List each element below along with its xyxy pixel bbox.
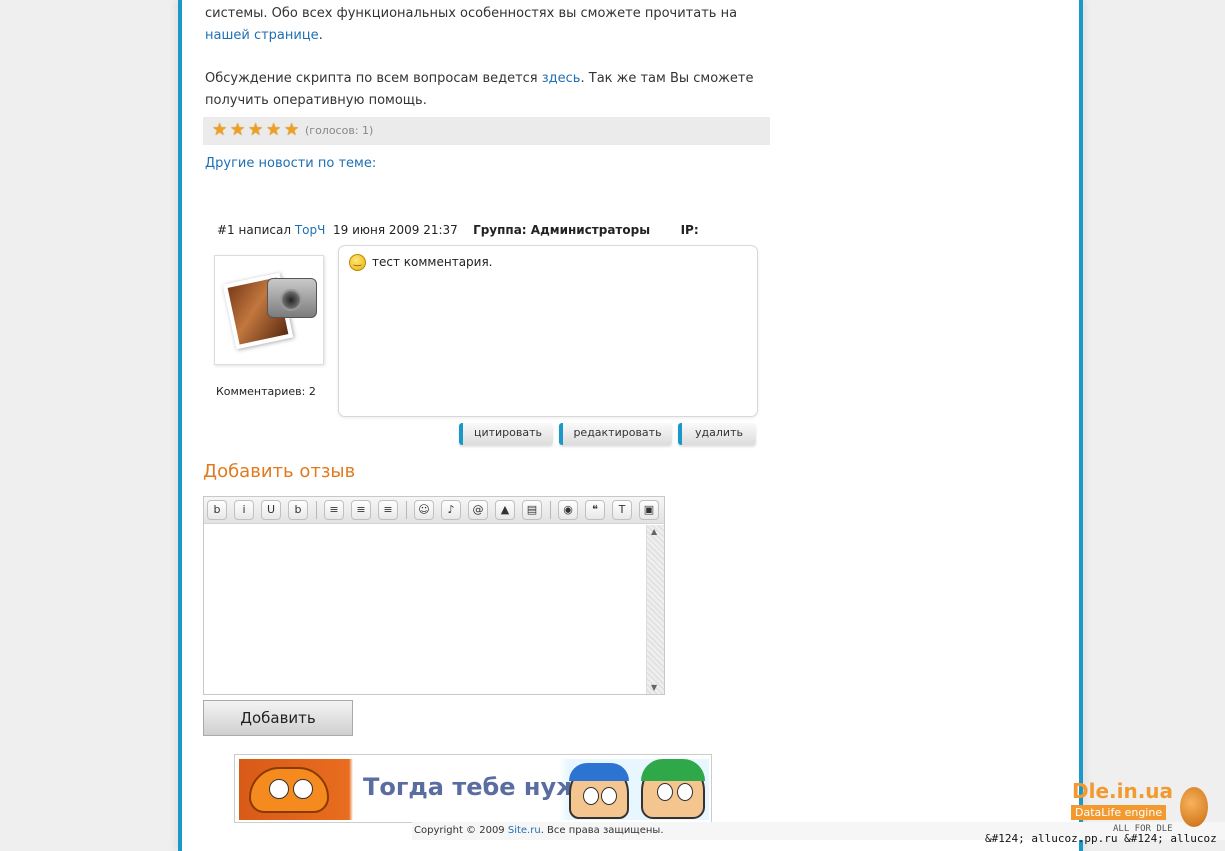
comment-ip-label: IP: xyxy=(680,223,699,237)
comment-number: #1 xyxy=(217,223,235,237)
toolbar-separator xyxy=(550,501,551,519)
copyright-text: Copyright © 2009 xyxy=(414,825,508,836)
article-text-end: . xyxy=(318,28,323,43)
stan-character xyxy=(569,763,629,819)
add-review-title: Добавить отзыв xyxy=(203,461,356,482)
banner-image: Тогда тебе нужен xyxy=(239,759,709,820)
dle-logo: Dle.in.ua DataLife engine ALL FOR DLE xyxy=(1068,779,1210,837)
votes-count: (голосов: 1) xyxy=(305,124,374,137)
comment-group: Группа: Администраторы xyxy=(473,223,651,237)
comment-text: тест комментария. xyxy=(372,255,493,269)
star-icon[interactable]: ★ xyxy=(212,122,229,139)
star-icon[interactable]: ★ xyxy=(284,122,301,139)
article-text: Обсуждение скрипта по всем вопросам веде… xyxy=(205,71,542,86)
related-news-label: Другие новости по теме: xyxy=(205,156,377,171)
bold-icon[interactable]: b xyxy=(207,500,227,520)
kyle-character xyxy=(641,759,705,819)
wrote-label: написал xyxy=(238,223,291,237)
translit-icon[interactable]: T xyxy=(612,500,632,520)
discussion-link[interactable]: здесь xyxy=(542,71,581,86)
copyright-suffix: . Все права защищены. xyxy=(540,825,664,836)
content-page: системы. Обо всех функциональных особенн… xyxy=(178,0,1083,851)
rating-stars[interactable]: ★ ★ ★ ★ ★ xyxy=(212,122,301,139)
link-icon[interactable]: ♪ xyxy=(441,500,461,520)
globe-icon xyxy=(1180,787,1208,827)
smiley-icon: ‿ xyxy=(349,254,366,271)
email-icon[interactable]: @ xyxy=(468,500,488,520)
camera-icon xyxy=(267,278,317,318)
comment-meta: #1 написал ТорЧ 19 июня 2009 21:37 Групп… xyxy=(217,223,699,237)
site-link[interactable]: Site.ru xyxy=(508,825,541,836)
ad-banner[interactable]: Тогда тебе нужен xyxy=(234,754,712,823)
align-center-icon[interactable]: ≡ xyxy=(351,500,371,520)
article-paragraph-1: системы. Обо всех функциональных особенн… xyxy=(205,3,765,47)
quote-icon[interactable]: ❝ xyxy=(585,500,605,520)
scroll-down-icon[interactable]: ▼ xyxy=(651,683,657,692)
comment-box: ‿ тест комментария. xyxy=(338,245,758,417)
hide-icon[interactable]: ◉ xyxy=(558,500,578,520)
color-icon[interactable]: ▤ xyxy=(522,500,542,520)
submit-review-button[interactable]: Добавить xyxy=(203,700,353,736)
align-left-icon[interactable]: ≡ xyxy=(324,500,344,520)
image-icon[interactable]: ▲ xyxy=(495,500,515,520)
edit-button[interactable]: редактировать xyxy=(559,423,672,445)
delete-button[interactable]: удалить xyxy=(678,423,756,445)
avatar[interactable] xyxy=(214,255,324,365)
scroll-up-icon[interactable]: ▲ xyxy=(651,527,657,536)
textarea-scrollbar[interactable]: ▲ ▼ xyxy=(646,525,664,694)
editor-toolbar: b i U b ≡ ≡ ≡ ☺ ♪ @ ▲ ▤ ◉ ❝ T ▣ xyxy=(204,497,664,524)
comment-author-link[interactable]: ТорЧ xyxy=(295,223,326,237)
toolbar-separator xyxy=(316,501,317,519)
dle-logo-subtitle: DataLife engine xyxy=(1071,805,1167,820)
comments-count: Комментариев: 2 xyxy=(216,385,316,398)
align-right-icon[interactable]: ≡ xyxy=(378,500,398,520)
watermark-text: &#124; allucoz.pp.ru &#124; allucoz xyxy=(985,832,1217,845)
underline-icon[interactable]: U xyxy=(261,500,281,520)
review-editor: b i U b ≡ ≡ ≡ ☺ ♪ @ ▲ ▤ ◉ ❝ T ▣ ▲ ▼ xyxy=(203,496,665,695)
kenny-character xyxy=(249,767,329,813)
review-textarea[interactable] xyxy=(204,525,646,694)
strike-icon[interactable]: b xyxy=(288,500,308,520)
our-page-link[interactable]: нашей странице xyxy=(205,28,319,43)
quote-button[interactable]: цитировать xyxy=(459,423,553,445)
rating-bar: ★ ★ ★ ★ ★ (голосов: 1) xyxy=(203,117,770,145)
star-icon[interactable]: ★ xyxy=(266,122,283,139)
comment-date: 19 июня 2009 21:37 xyxy=(332,223,458,237)
dle-logo-title: Dle.in.ua xyxy=(1072,779,1174,803)
article-paragraph-2: Обсуждение скрипта по всем вопросам веде… xyxy=(205,68,765,112)
smiley-icon[interactable]: ☺ xyxy=(414,500,434,520)
article-text: системы. Обо всех функциональных особенн… xyxy=(205,6,738,21)
star-icon[interactable]: ★ xyxy=(230,122,247,139)
code-icon[interactable]: ▣ xyxy=(639,500,659,520)
italic-icon[interactable]: i xyxy=(234,500,254,520)
toolbar-separator xyxy=(406,501,407,519)
star-icon[interactable]: ★ xyxy=(248,122,265,139)
